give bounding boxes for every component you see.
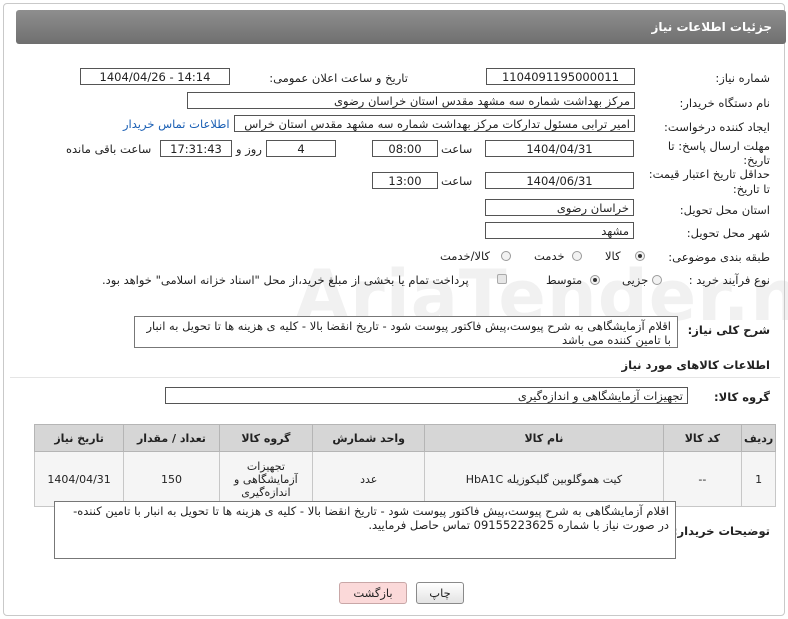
col-date-header: تاریخ نیاز: [33, 424, 125, 452]
city-label: شهر محل تحویل:: [686, 226, 770, 240]
price-validity-label-1: حداقل تاریخ اعتبار قیمت:: [648, 167, 770, 181]
divider: [10, 377, 780, 378]
category-option-goods-service: کالا/خدمت: [440, 249, 491, 263]
row-group: تجهیزات آزمایشگاهی و اندازه‌گیری: [218, 451, 314, 507]
row-qty: 150: [123, 451, 220, 507]
category-label: طبقه بندی موضوعی:: [668, 250, 770, 264]
col-qty-header: تعداد / مقدار: [123, 424, 220, 452]
row-index: 1: [741, 451, 776, 507]
announce-field: 1404/04/26 - 14:14: [80, 68, 230, 85]
province-label: استان محل تحویل:: [679, 203, 770, 217]
table-row: 1 -- کیت هموگلوبین گلیکوزیله HbA1C عدد ت…: [33, 451, 776, 507]
price-time-field: 13:00: [372, 172, 438, 189]
days-field: 4: [266, 140, 336, 157]
payment-note: پرداخت تمام یا بخشی از مبلغ خرید،از محل …: [102, 273, 469, 287]
buyer-field: مرکز بهداشت شماره سه مشهد مقدس استان خرا…: [187, 92, 635, 109]
deadline-time-field: 08:00: [372, 140, 438, 157]
price-validity-label-2: تا تاریخ:: [732, 182, 770, 196]
category-radio-service[interactable]: [572, 251, 582, 261]
deadline-label-1: مهلت ارسال پاسخ: تا: [667, 139, 770, 153]
category-radio-goods-service[interactable]: [501, 251, 511, 261]
process-radio-medium[interactable]: [590, 275, 600, 285]
treasury-checkbox[interactable]: [497, 274, 507, 284]
city-field: مشهد: [485, 222, 634, 239]
need-number-label: شماره نیاز:: [715, 71, 770, 85]
need-number-field: 1104091195000011: [486, 68, 635, 85]
row-unit: عدد: [312, 451, 426, 507]
process-option-medium: متوسط: [546, 273, 583, 287]
deadline-time-label: ساعت: [441, 142, 473, 156]
buyer-contact-link[interactable]: اطلاعات تماس خریدار: [123, 117, 230, 131]
col-index-header: ردیف: [741, 424, 776, 452]
remaining-time-field: 17:31:43: [160, 140, 232, 157]
category-option-service: خدمت: [534, 249, 565, 263]
col-name-header: نام کالا: [424, 424, 664, 452]
deadline-label-2: تاریخ:: [743, 153, 770, 167]
price-date-field: 1404/06/31: [485, 172, 634, 189]
announce-label: تاریخ و ساعت اعلان عمومی:: [269, 71, 408, 85]
days-label: روز و: [236, 142, 262, 156]
category-radio-goods[interactable]: [635, 251, 645, 261]
row-date: 1404/04/31: [33, 451, 125, 507]
col-code-header: کد کالا: [662, 424, 743, 452]
goods-info-title: اطلاعات کالاهای مورد نیاز: [621, 358, 770, 372]
row-code: --: [662, 451, 743, 507]
province-field: خراسان رضوی: [485, 199, 634, 216]
goods-group-field: تجهیزات آزمایشگاهی و اندازه‌گیری: [165, 387, 688, 404]
creator-label: ایجاد کننده درخواست:: [664, 120, 770, 134]
goods-group-label: گروه کالا:: [714, 390, 770, 404]
general-desc-field: اقلام آزمایشگاهی به شرح پیوست،پیش فاکتور…: [134, 316, 678, 348]
back-button[interactable]: بازگشت: [339, 582, 407, 604]
price-time-label: ساعت: [441, 174, 473, 188]
goods-table: ردیف کد کالا نام کالا واحد شمارش گروه کا…: [33, 424, 776, 507]
header-bar: جزئیات اطلاعات نیاز: [16, 10, 786, 44]
buyer-notes-field: اقلام آزمایشگاهی به شرح پیوست،پیش فاکتور…: [54, 501, 676, 559]
buyer-notes-label: توضیحات خریدار:: [672, 524, 770, 538]
col-unit-header: واحد شمارش: [312, 424, 426, 452]
creator-field: امیر ترابی مسئول تدارکات مرکز بهداشت شما…: [234, 115, 635, 132]
buyer-label: نام دستگاه خریدار:: [679, 96, 770, 110]
print-button[interactable]: چاپ: [416, 582, 464, 604]
page-title: جزئیات اطلاعات نیاز: [651, 20, 772, 34]
remaining-label: ساعت باقی مانده: [66, 142, 152, 156]
process-option-minor: جزیی: [622, 273, 649, 287]
process-label: نوع فرآیند خرید :: [688, 273, 770, 287]
deadline-date-field: 1404/04/31: [485, 140, 634, 157]
col-group-header: گروه کالا: [218, 424, 314, 452]
row-name: کیت هموگلوبین گلیکوزیله HbA1C: [424, 451, 664, 507]
category-option-goods: کالا: [605, 249, 621, 263]
general-desc-label: شرح کلی نیاز:: [687, 323, 770, 337]
process-radio-minor[interactable]: [652, 275, 662, 285]
